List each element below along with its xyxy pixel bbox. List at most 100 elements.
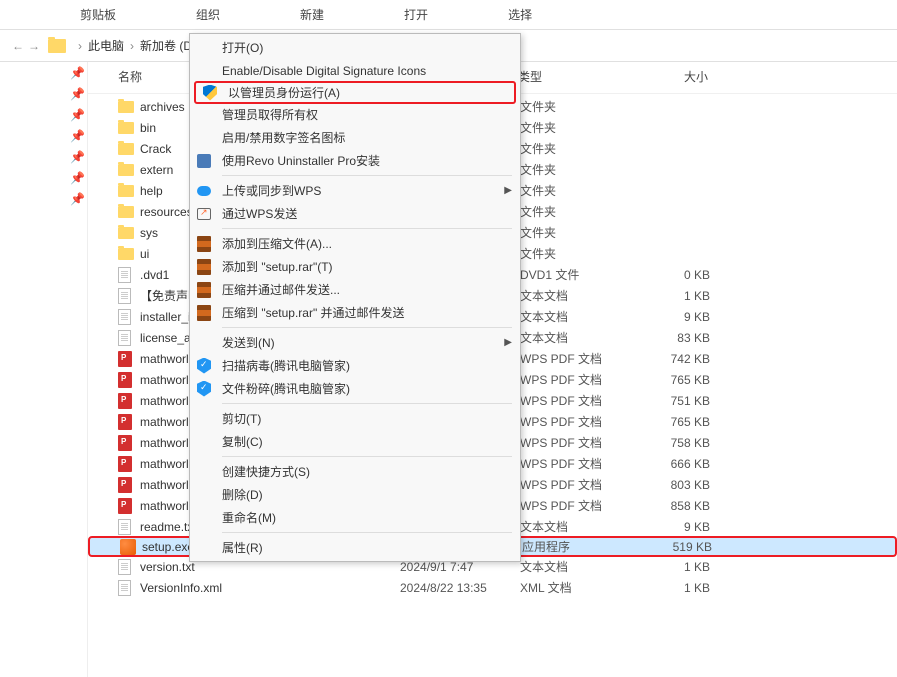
menu-item[interactable]: 管理员取得所有权 bbox=[190, 103, 520, 126]
file-type: 文本文档 bbox=[520, 558, 630, 575]
folder-icon bbox=[118, 204, 134, 220]
pdf-icon bbox=[118, 414, 134, 430]
menu-label: 文件粉碎(腾讯电脑管家) bbox=[222, 380, 512, 397]
file-size: 751 KB bbox=[630, 394, 710, 408]
file-type: DVD1 文件 bbox=[520, 266, 630, 283]
menu-label: Enable/Disable Digital Signature Icons bbox=[222, 64, 512, 78]
toolbar-open[interactable]: 打开 bbox=[364, 6, 468, 23]
menu-item[interactable]: 添加到 "setup.rar"(T) bbox=[190, 255, 520, 278]
col-type[interactable]: 类型 bbox=[518, 68, 628, 85]
menu-separator bbox=[222, 327, 512, 328]
file-type: 文件夹 bbox=[520, 224, 630, 241]
pdf-icon bbox=[118, 372, 134, 388]
file-size: 1 KB bbox=[630, 289, 710, 303]
menu-label: 重命名(M) bbox=[222, 509, 512, 526]
menu-item[interactable]: 以管理员身份运行(A) bbox=[194, 81, 516, 104]
menu-item[interactable]: 添加到压缩文件(A)... bbox=[190, 232, 520, 255]
menu-item[interactable]: Enable/Disable Digital Signature Icons bbox=[190, 59, 520, 82]
menu-label: 删除(D) bbox=[222, 486, 512, 503]
submenu-arrow-icon: ▶ bbox=[504, 185, 512, 196]
menu-item[interactable]: 文件粉碎(腾讯电脑管家) bbox=[190, 377, 520, 400]
file-size: 858 KB bbox=[630, 499, 710, 513]
wps-send-icon bbox=[194, 206, 214, 222]
pin-icon[interactable]: 📌 bbox=[0, 188, 87, 209]
chevron-right-icon: › bbox=[72, 39, 88, 53]
pin-icon[interactable]: 📌 bbox=[0, 146, 87, 167]
menu-item[interactable]: 属性(R) bbox=[190, 536, 520, 559]
file-size: 9 KB bbox=[630, 520, 710, 534]
blank-icon bbox=[194, 130, 214, 146]
blank-icon bbox=[194, 107, 214, 123]
file-name: VersionInfo.xml bbox=[140, 581, 400, 595]
pin-icon[interactable]: 📌 bbox=[0, 167, 87, 188]
toolbar-select[interactable]: 选择 bbox=[468, 6, 572, 23]
pin-icon[interactable]: 📌 bbox=[0, 83, 87, 104]
file-size: 742 KB bbox=[630, 352, 710, 366]
rar-icon bbox=[194, 305, 214, 321]
menu-item[interactable]: 启用/禁用数字签名图标 bbox=[190, 126, 520, 149]
blank-icon bbox=[194, 411, 214, 427]
file-row[interactable]: VersionInfo.xml2024/8/22 13:35XML 文档1 KB bbox=[88, 577, 897, 598]
folder-icon bbox=[118, 246, 134, 262]
breadcrumb-pc[interactable]: 此电脑 bbox=[88, 37, 124, 54]
menu-item[interactable]: 压缩并通过邮件发送... bbox=[190, 278, 520, 301]
file-type: XML 文档 bbox=[520, 579, 630, 596]
file-size: 0 KB bbox=[630, 268, 710, 282]
pdf-icon bbox=[118, 477, 134, 493]
scan-icon bbox=[194, 381, 214, 397]
toolbar-clipboard[interactable]: 剪贴板 bbox=[40, 6, 156, 23]
doc-icon bbox=[118, 580, 134, 596]
sidebar: 📌 📌 📌 📌 📌 📌 📌 bbox=[0, 62, 88, 677]
pdf-icon bbox=[118, 456, 134, 472]
back-arrow-icon[interactable]: ← bbox=[10, 39, 26, 53]
file-type: WPS PDF 文档 bbox=[520, 350, 630, 367]
file-type: 文件夹 bbox=[520, 98, 630, 115]
file-type: WPS PDF 文档 bbox=[520, 392, 630, 409]
menu-item[interactable]: 压缩到 "setup.rar" 并通过邮件发送 bbox=[190, 301, 520, 324]
file-type: WPS PDF 文档 bbox=[520, 497, 630, 514]
menu-item[interactable]: 剪切(T) bbox=[190, 407, 520, 430]
menu-item[interactable]: 扫描病毒(腾讯电脑管家) bbox=[190, 354, 520, 377]
file-type: WPS PDF 文档 bbox=[520, 476, 630, 493]
file-type: 文本文档 bbox=[520, 308, 630, 325]
menu-item[interactable]: 创建快捷方式(S) bbox=[190, 460, 520, 483]
file-type: 文本文档 bbox=[520, 287, 630, 304]
file-size: 519 KB bbox=[632, 540, 712, 554]
rar-icon bbox=[194, 282, 214, 298]
menu-item[interactable]: 打开(O) bbox=[190, 36, 520, 59]
exe-icon bbox=[120, 539, 136, 555]
menu-item[interactable]: 删除(D) bbox=[190, 483, 520, 506]
toolbar-new[interactable]: 新建 bbox=[260, 6, 364, 23]
doc-icon bbox=[118, 309, 134, 325]
chevron-right-icon: › bbox=[124, 39, 140, 53]
toolbar-organize[interactable]: 组织 bbox=[156, 6, 260, 23]
shield-icon bbox=[200, 85, 220, 101]
menu-separator bbox=[222, 228, 512, 229]
file-type: 应用程序 bbox=[522, 538, 632, 555]
doc-icon bbox=[118, 519, 134, 535]
menu-item[interactable]: 使用Revo Uninstaller Pro安装 bbox=[190, 149, 520, 172]
menu-label: 扫描病毒(腾讯电脑管家) bbox=[222, 357, 512, 374]
forward-arrow-icon[interactable]: → bbox=[26, 39, 42, 53]
file-type: WPS PDF 文档 bbox=[520, 371, 630, 388]
menu-item[interactable]: 重命名(M) bbox=[190, 506, 520, 529]
file-size: 765 KB bbox=[630, 373, 710, 387]
blank-icon bbox=[194, 335, 214, 351]
doc-icon bbox=[118, 330, 134, 346]
menu-item[interactable]: 上传或同步到WPS▶ bbox=[190, 179, 520, 202]
pin-icon[interactable]: 📌 bbox=[0, 62, 87, 83]
pin-icon[interactable]: 📌 bbox=[0, 125, 87, 146]
submenu-arrow-icon: ▶ bbox=[504, 337, 512, 348]
file-size: 1 KB bbox=[630, 581, 710, 595]
menu-item[interactable]: 发送到(N)▶ bbox=[190, 331, 520, 354]
rar-icon bbox=[194, 259, 214, 275]
menu-item[interactable]: 复制(C) bbox=[190, 430, 520, 453]
menu-label: 添加到压缩文件(A)... bbox=[222, 235, 512, 252]
pdf-icon bbox=[118, 393, 134, 409]
file-size: 758 KB bbox=[630, 436, 710, 450]
menu-separator bbox=[222, 532, 512, 533]
pin-icon[interactable]: 📌 bbox=[0, 104, 87, 125]
doc-icon bbox=[118, 559, 134, 575]
col-size[interactable]: 大小 bbox=[628, 68, 708, 85]
menu-item[interactable]: 通过WPS发送 bbox=[190, 202, 520, 225]
